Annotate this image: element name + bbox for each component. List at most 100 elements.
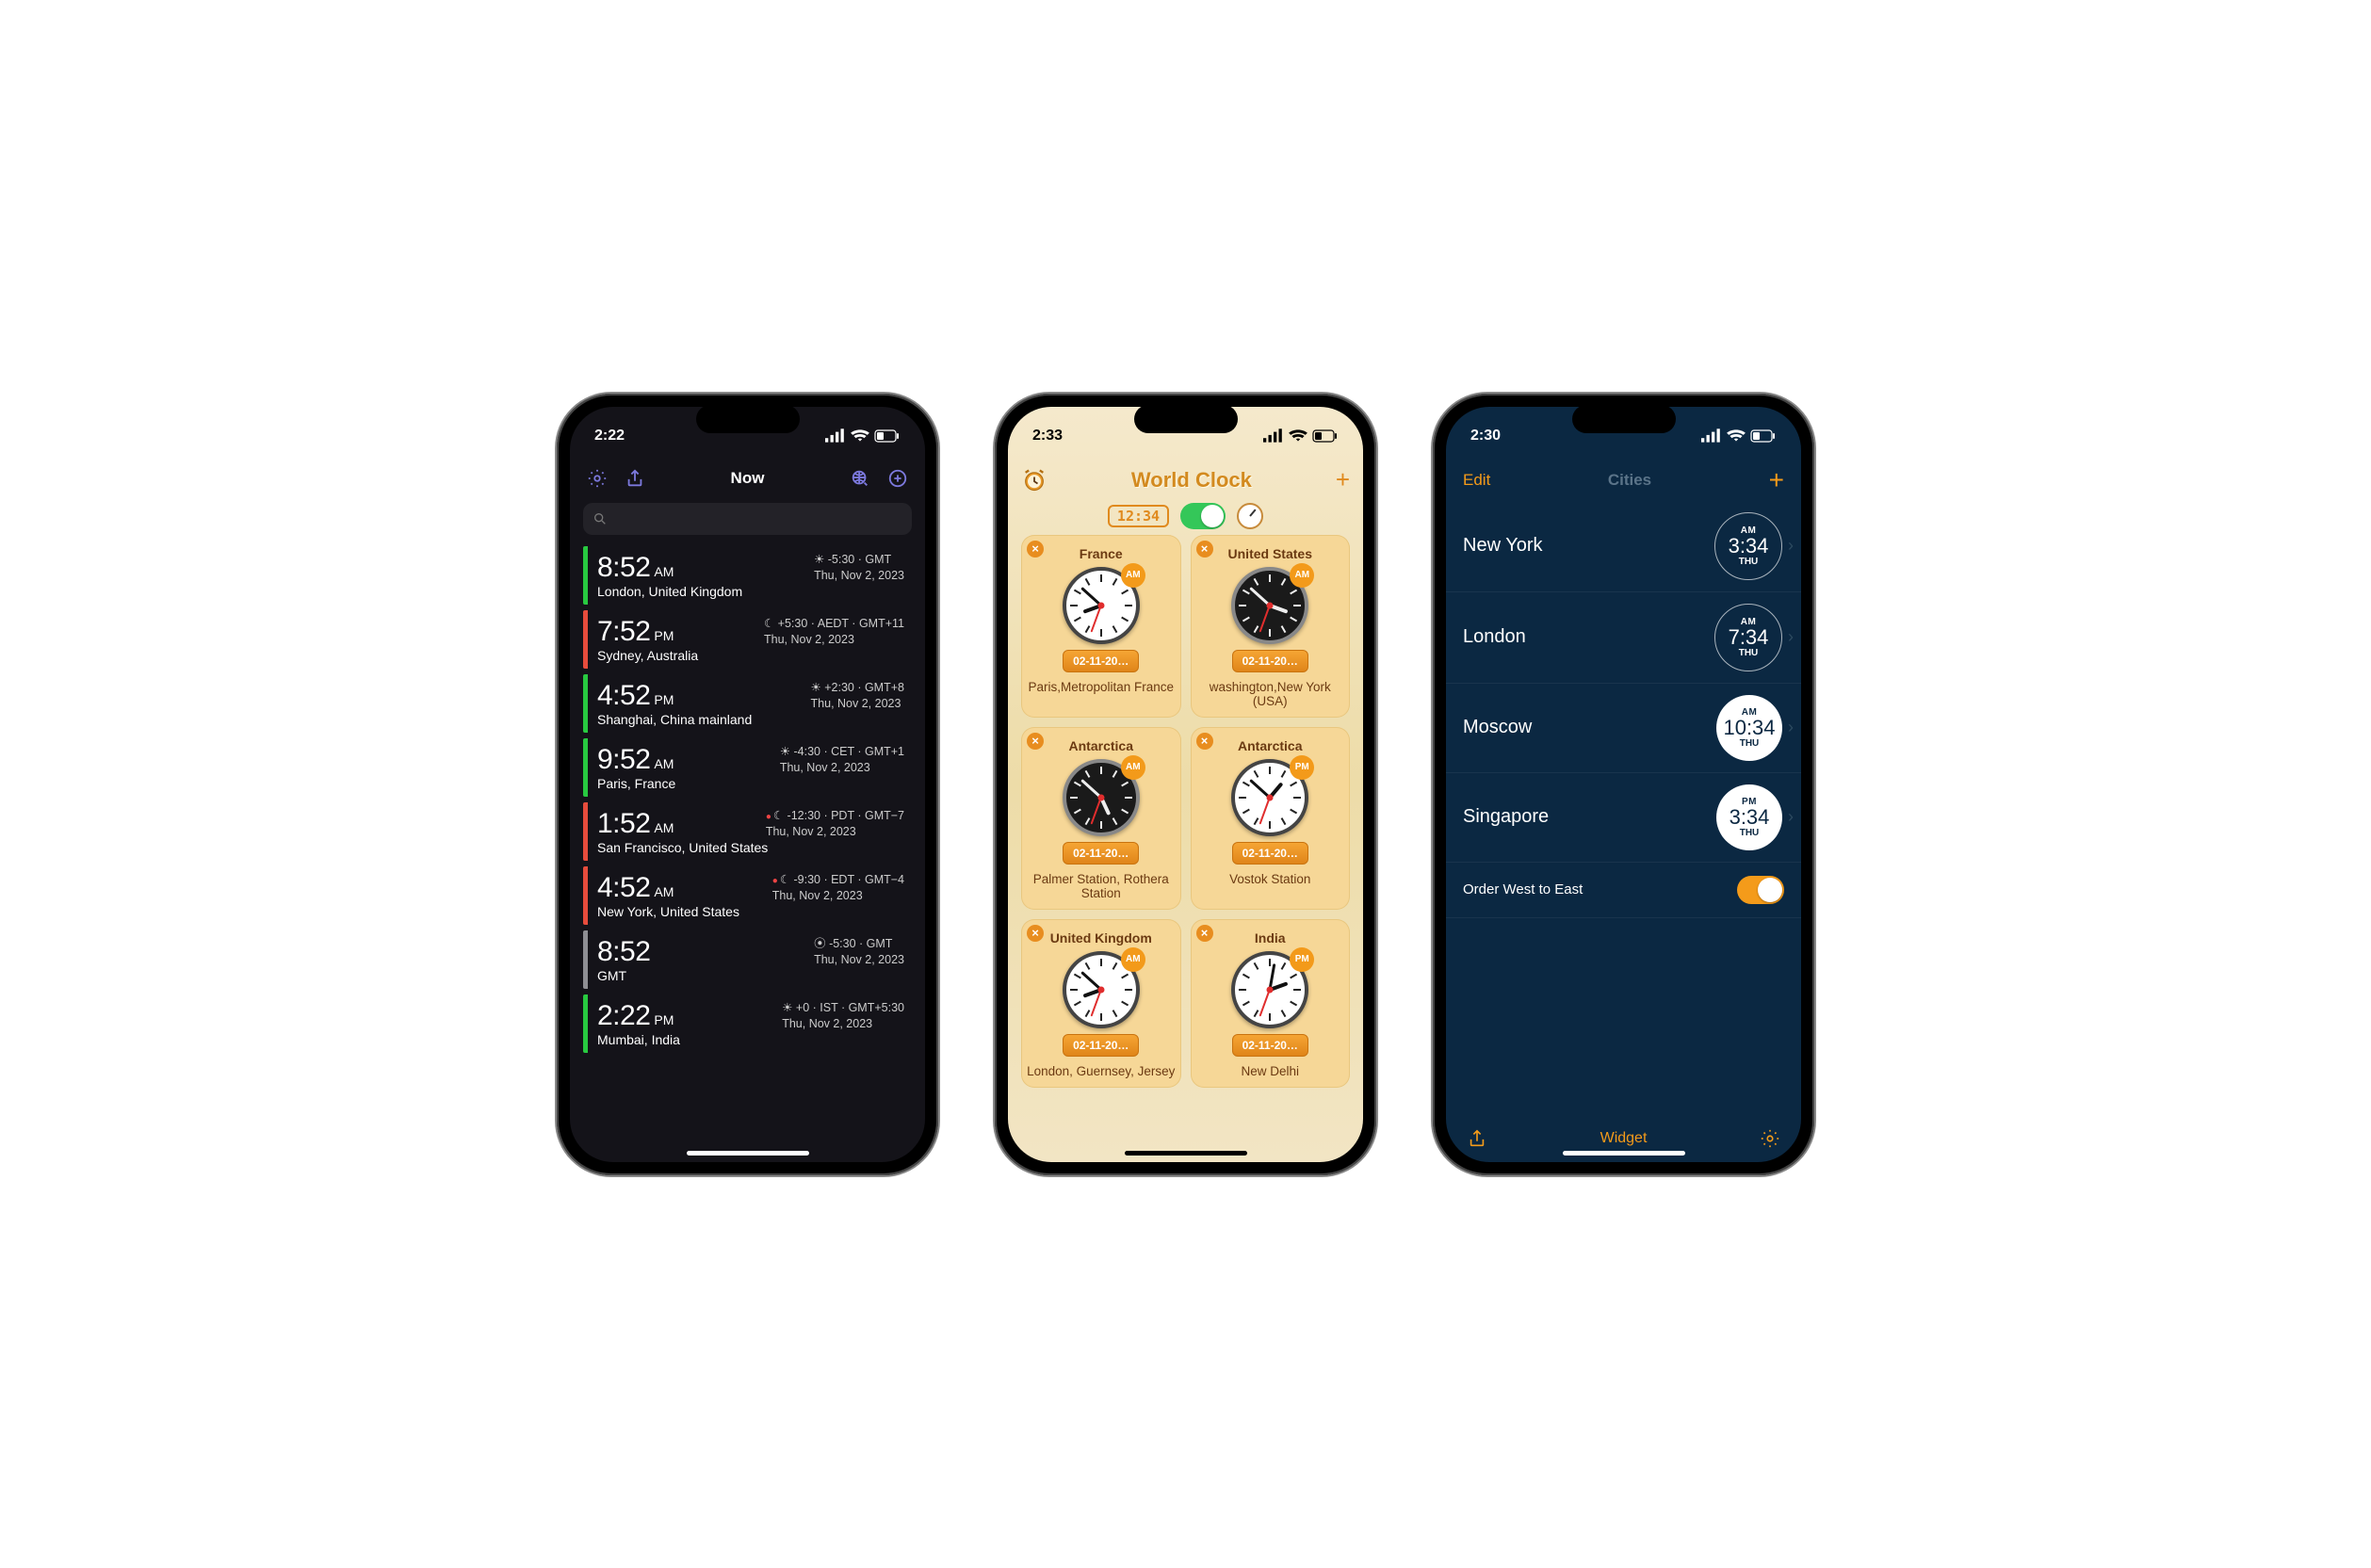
place: London, Guernsey, Jersey <box>1027 1064 1176 1078</box>
time-value: 2:22 <box>597 1000 650 1032</box>
clock-card[interactable]: × United States AM 02-11-20… washington,… <box>1191 535 1351 718</box>
country: United Kingdom <box>1027 930 1176 946</box>
page-title: World Clock <box>1047 468 1336 493</box>
order-toggle[interactable] <box>1737 876 1784 904</box>
notch <box>1572 405 1676 433</box>
digital-badge[interactable]: 12:34 <box>1108 505 1169 527</box>
clock-row[interactable]: 4:52 PM ☀ +2:30 · GMT+8 Thu, Nov 2, 2023… <box>583 674 912 733</box>
day: THU <box>1740 738 1760 749</box>
close-icon[interactable]: × <box>1027 541 1044 558</box>
order-row: Order West to East <box>1446 863 1801 918</box>
edit-button[interactable]: Edit <box>1463 471 1490 490</box>
location: New York, United States <box>597 904 904 919</box>
offset: ☀ -5:30 · GMT <box>814 552 904 568</box>
share-icon[interactable] <box>1467 1128 1487 1149</box>
offset: ●☾ -9:30 · EDT · GMT−4 <box>772 872 904 888</box>
share-icon[interactable] <box>625 468 645 489</box>
location: San Francisco, United States <box>597 840 904 855</box>
clock-card[interactable]: × Antarctica AM 02-11-20… Palmer Station… <box>1021 727 1181 910</box>
clock-row[interactable]: 8:52 AM ☀ -5:30 · GMT Thu, Nov 2, 2023 L… <box>583 546 912 605</box>
battery-icon <box>874 429 901 443</box>
widget-button[interactable]: Widget <box>1600 1130 1648 1147</box>
clock-card[interactable]: × United Kingdom AM 02-11-20… London, Gu… <box>1021 919 1181 1088</box>
add-icon[interactable] <box>887 468 908 489</box>
add-button[interactable]: + <box>1336 465 1350 494</box>
signal-icon <box>1263 426 1284 446</box>
settings-icon[interactable] <box>1760 1128 1780 1149</box>
close-icon[interactable]: × <box>1027 925 1044 942</box>
clock-row[interactable]: 8:52 ⦿ -5:30 · GMT Thu, Nov 2, 2023 GMT <box>583 930 912 989</box>
day: THU <box>1739 557 1759 567</box>
page-title: Cities <box>1608 471 1651 490</box>
close-icon[interactable]: × <box>1027 733 1044 750</box>
day: THU <box>1739 648 1759 658</box>
home-indicator[interactable] <box>1563 1151 1685 1156</box>
clock-card[interactable]: × France AM 02-11-20… Paris,Metropolitan… <box>1021 535 1181 718</box>
city-name: New York <box>1463 535 1543 557</box>
clock-row[interactable]: 7:52 PM ☾ +5:30 · AEDT · GMT+11 Thu, Nov… <box>583 610 912 669</box>
city-name: London <box>1463 626 1526 648</box>
place: Palmer Station, Rothera Station <box>1027 872 1176 900</box>
date-badge: 02-11-20… <box>1232 842 1308 865</box>
date-badge: 02-11-20… <box>1063 1034 1139 1057</box>
close-icon[interactable]: × <box>1196 541 1213 558</box>
clock-list: 8:52 AM ☀ -5:30 · GMT Thu, Nov 2, 2023 L… <box>570 541 925 1053</box>
ampm: PM <box>654 692 674 707</box>
time-value: 4:52 <box>597 872 650 904</box>
city-row[interactable]: New York AM 3:34 THU › <box>1446 501 1801 592</box>
offset: ☀ -4:30 · CET · GMT+1 <box>780 744 904 760</box>
phone-3: 2:30 Edit Cities + New York AM 3:34 THU … <box>1433 394 1814 1175</box>
status-icons <box>825 426 901 446</box>
digital-analog-toggle[interactable] <box>1180 503 1226 529</box>
time-value: 3:34 <box>1730 807 1770 828</box>
settings-icon[interactable] <box>587 468 608 489</box>
location: Paris, France <box>597 776 904 791</box>
time-circle: AM 10:34 THU <box>1716 695 1782 761</box>
clock-row[interactable]: 1:52 AM ●☾ -12:30 · PDT · GMT−7 Thu, Nov… <box>583 802 912 861</box>
alarm-clock-icon[interactable] <box>1021 467 1047 493</box>
search-input[interactable] <box>583 503 912 535</box>
clock-row[interactable]: 9:52 AM ☀ -4:30 · CET · GMT+1 Thu, Nov 2… <box>583 738 912 797</box>
wifi-icon <box>1726 426 1746 446</box>
city-row[interactable]: Singapore PM 3:34 THU › <box>1446 773 1801 863</box>
place: Paris,Metropolitan France <box>1027 680 1176 694</box>
date: Thu, Nov 2, 2023 <box>772 888 904 904</box>
signal-icon <box>825 426 846 446</box>
clock-row[interactable]: 4:52 AM ●☾ -9:30 · EDT · GMT−4 Thu, Nov … <box>583 866 912 925</box>
close-icon[interactable]: × <box>1196 925 1213 942</box>
clock-card[interactable]: × Antarctica PM 02-11-20… Vostok Station <box>1191 727 1351 910</box>
time-circle: AM 3:34 THU <box>1714 512 1782 580</box>
ampm-badge: AM <box>1290 563 1314 588</box>
add-button[interactable]: + <box>1769 465 1784 495</box>
phone-1: 2:22 Now 8:52 <box>557 394 938 1175</box>
country: United States <box>1196 546 1345 561</box>
place: New Delhi <box>1196 1064 1345 1078</box>
globe-search-icon[interactable] <box>850 468 870 489</box>
signal-icon <box>1701 426 1722 446</box>
view-toggle-row: 12:34 <box>1008 503 1363 529</box>
place: washington,New York (USA) <box>1196 680 1345 708</box>
home-indicator[interactable] <box>687 1151 809 1156</box>
time-circle: AM 7:34 THU <box>1714 604 1782 671</box>
nav-bar: Now <box>570 460 925 497</box>
city-row[interactable]: London AM 7:34 THU › <box>1446 592 1801 684</box>
city-row[interactable]: Moscow AM 10:34 THU › <box>1446 684 1801 773</box>
day: THU <box>1740 828 1760 838</box>
date-badge: 02-11-20… <box>1232 650 1308 672</box>
close-icon[interactable]: × <box>1196 733 1213 750</box>
wifi-icon <box>850 426 870 446</box>
time-value: 1:52 <box>597 808 650 840</box>
time-value: 4:52 <box>597 680 650 712</box>
clock-row[interactable]: 2:22 PM ☀ +0 · IST · GMT+5:30 Thu, Nov 2… <box>583 994 912 1053</box>
analog-clock-icon[interactable] <box>1237 503 1263 529</box>
ampm: AM <box>654 820 674 835</box>
status-time: 2:30 <box>1470 428 1501 445</box>
date: Thu, Nov 2, 2023 <box>782 1016 904 1032</box>
location: Mumbai, India <box>597 1032 904 1047</box>
home-indicator[interactable] <box>1125 1151 1247 1156</box>
ampm: AM <box>654 564 674 579</box>
ampm: PM <box>654 628 674 643</box>
status-time: 2:33 <box>1032 428 1063 445</box>
clock-card[interactable]: × India PM 02-11-20… New Delhi <box>1191 919 1351 1088</box>
time-value: 7:52 <box>597 616 650 648</box>
